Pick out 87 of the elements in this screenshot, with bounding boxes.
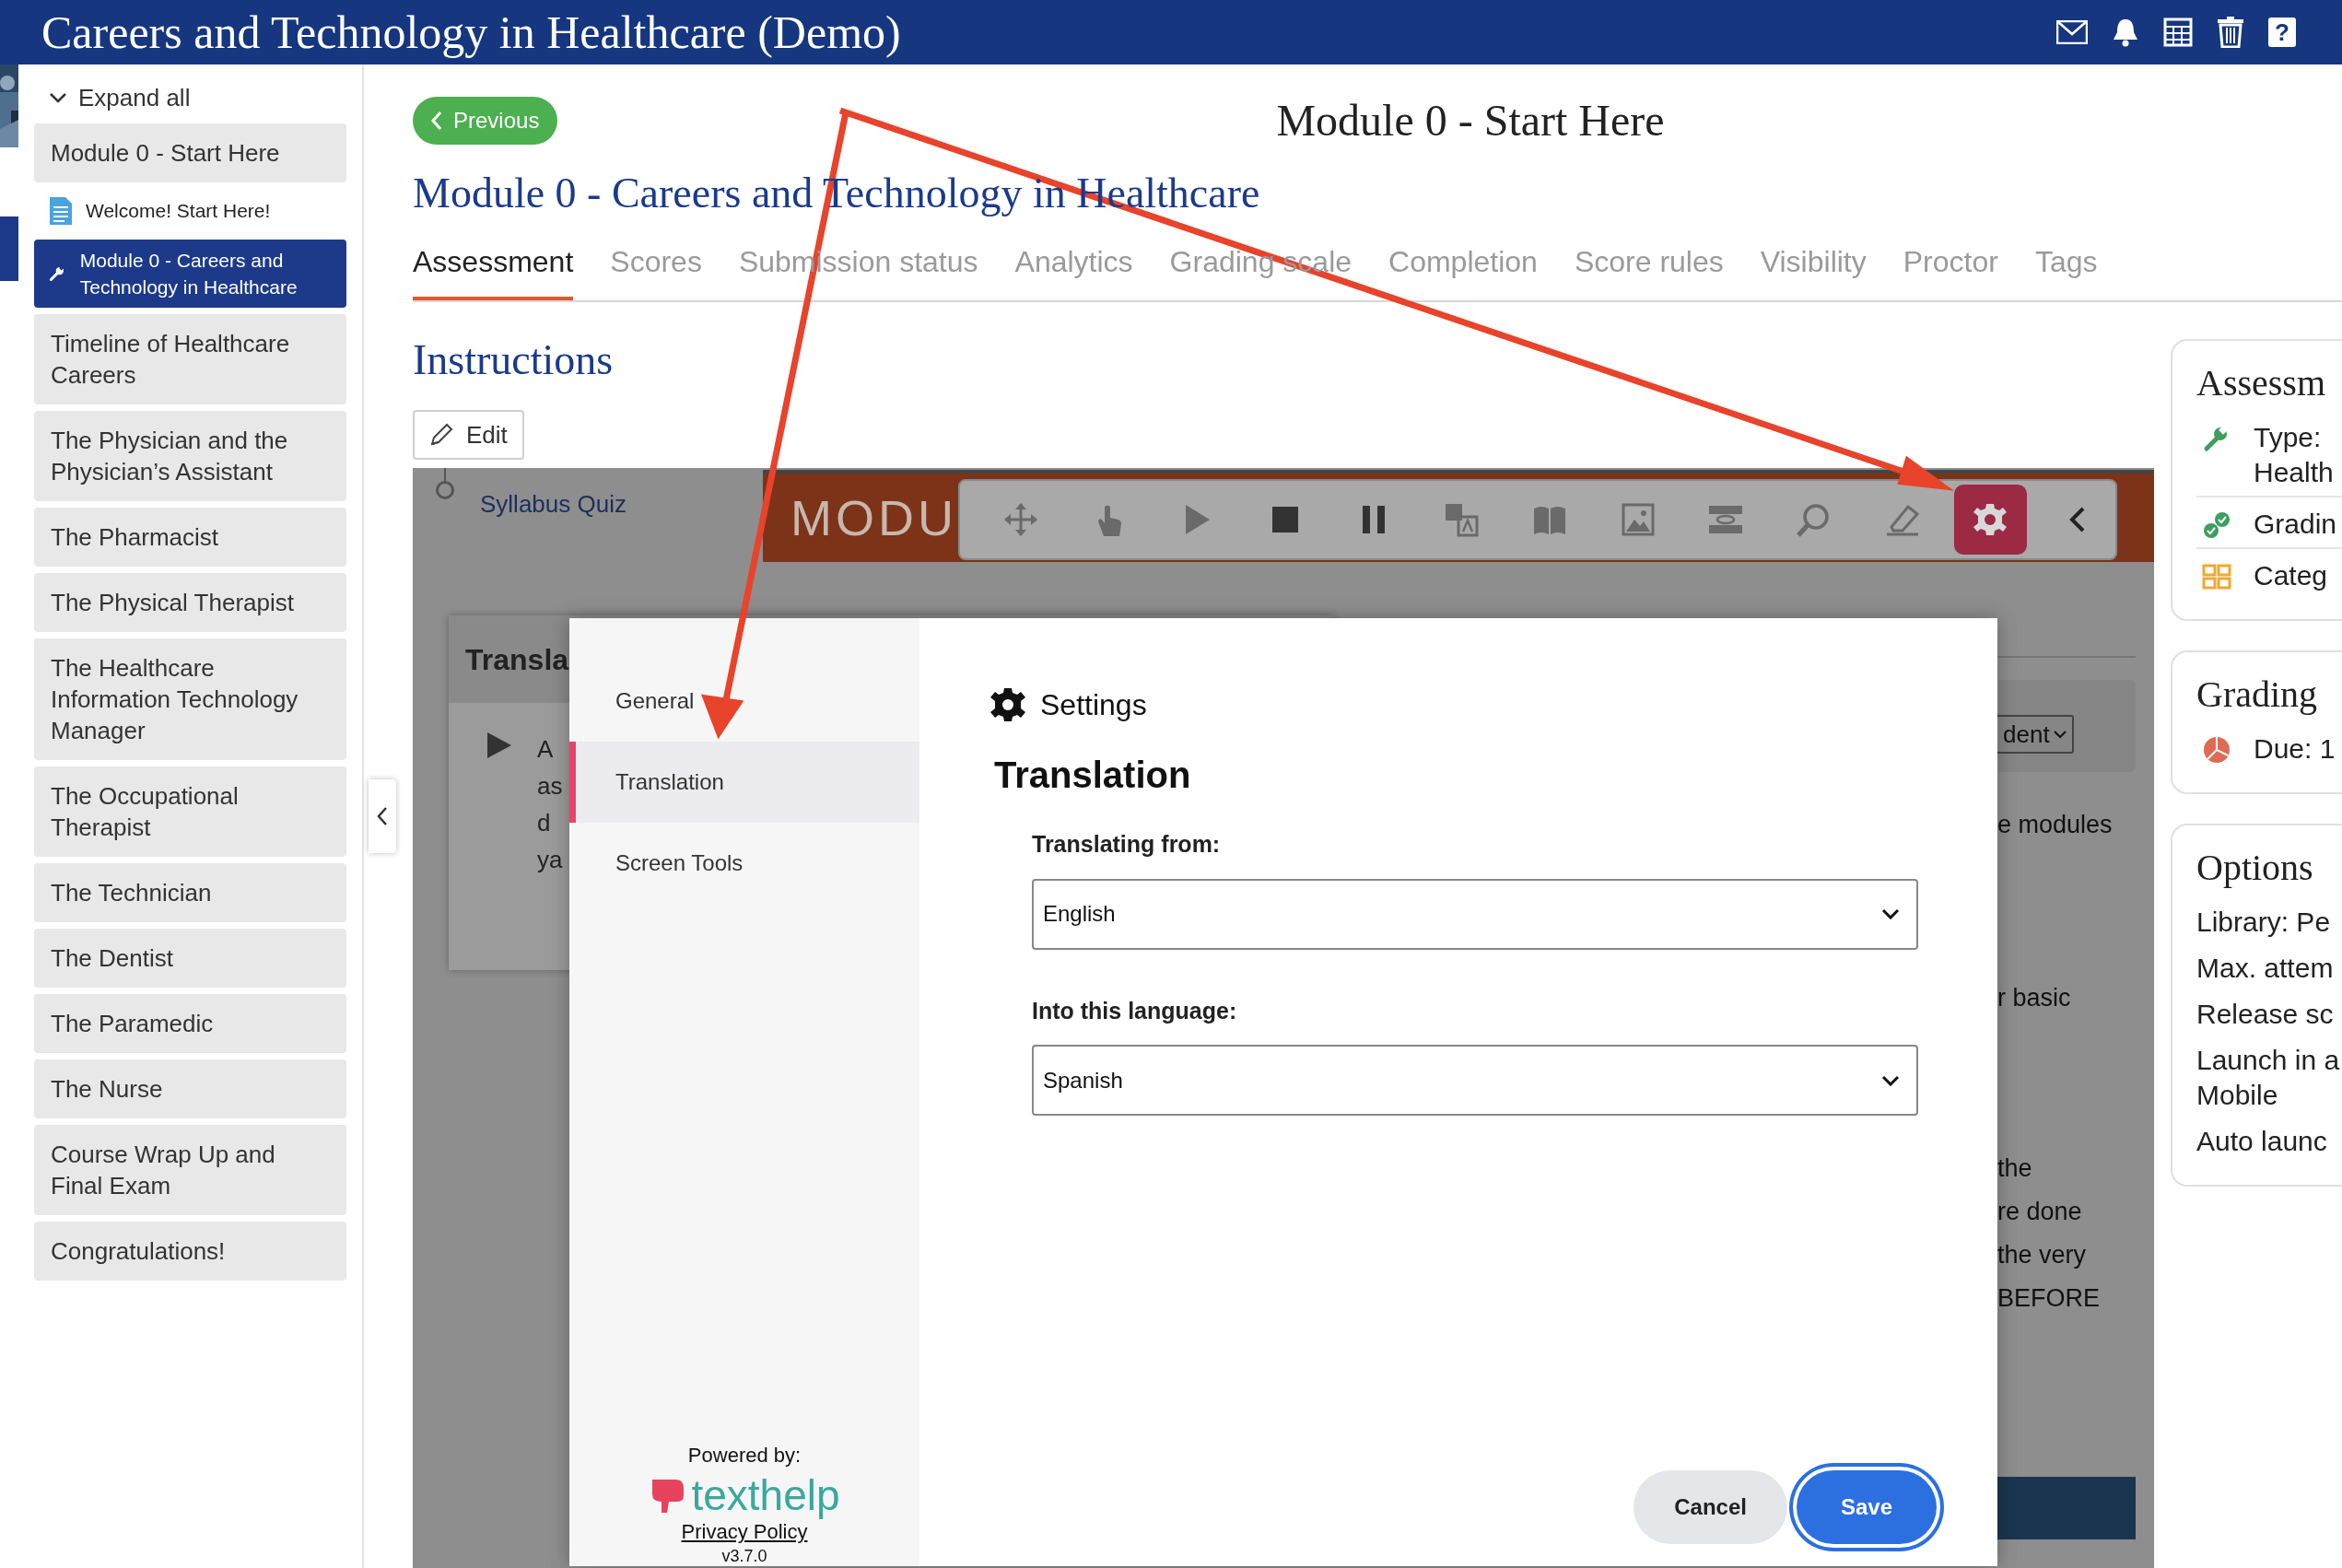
card-text: Max. attem: [2196, 952, 2334, 985]
card-text: Due: 1: [2254, 732, 2336, 766]
bell-icon[interactable]: [2112, 18, 2139, 47]
background-text: BEFORE: [1997, 1283, 2101, 1314]
card-text: Mobile: [2196, 1079, 2279, 1112]
calendar-icon[interactable]: [2163, 18, 2193, 47]
card-title: Grading: [2196, 673, 2319, 717]
card-text: Library: Pe: [2196, 906, 2331, 939]
help-button[interactable]: ?: [2268, 18, 2296, 47]
powered-by-label: Powered by:: [687, 1443, 802, 1469]
check-marks-icon: [2202, 510, 2231, 540]
privacy-policy-link[interactable]: Privacy Policy: [681, 1518, 808, 1546]
card-text: Type:: [2254, 421, 2323, 454]
app-title: Careers and Technology in Healthcare (Demo): [41, 5, 901, 60]
card-title: Assessm: [2196, 361, 2327, 405]
trash-icon[interactable]: [2217, 17, 2244, 48]
background-text: e modules: [1997, 810, 2113, 840]
caret-icon: [2053, 730, 2067, 739]
quiz-link[interactable]: Syllabus Quiz: [480, 486, 626, 522]
translate-icon: [1443, 501, 1481, 538]
pencil-icon: [429, 423, 453, 447]
sidebar-marker: [0, 216, 18, 281]
expand-all-link[interactable]: Expand all: [78, 79, 191, 116]
sidebar-item[interactable]: The Physical Therapist: [34, 573, 346, 632]
dialog-title: Translation: [994, 754, 1192, 797]
tab[interactable]: Assessment: [413, 240, 574, 300]
card-text: ya: [537, 845, 563, 875]
chevron-down-icon: [1881, 1074, 1900, 1086]
dialog-nav-item[interactable]: General: [569, 661, 919, 742]
sidebar-item[interactable]: The Dentist: [34, 929, 346, 988]
sidebar-item[interactable]: The Healthcare Information Technology Manager: [34, 638, 346, 760]
cancel-button[interactable]: Cancel: [1634, 1470, 1787, 1544]
card-text: Gradin: [2254, 508, 2337, 541]
chevron-down-icon[interactable]: [49, 92, 67, 103]
section-title: Instructions: [413, 337, 615, 383]
language-select[interactable]: Spanish: [1032, 1045, 1918, 1116]
chevron-down-icon: [1881, 908, 1900, 919]
document-icon: [49, 196, 73, 226]
field-label: Translating from:: [1032, 830, 1222, 859]
card-text: Auto launc: [2196, 1125, 2327, 1158]
chevron-left-icon: [431, 111, 442, 131]
sidebar-item[interactable]: Module 0 - Start Here: [34, 123, 346, 182]
selected-tool-button[interactable]: [1953, 485, 2028, 555]
card-title: Options: [2196, 846, 2314, 890]
sidebar-item[interactable]: Course Wrap Up and Final Exam: [34, 1125, 346, 1215]
play-icon[interactable]: [486, 731, 513, 760]
sidebar-item[interactable]: The Pharmacist: [34, 508, 346, 567]
background-text: re done: [1997, 1197, 2083, 1227]
pie-chart-icon: [2202, 735, 2231, 765]
sidebar-item[interactable]: Congratulations!: [34, 1222, 346, 1281]
banner-text: MODU: [790, 489, 957, 547]
dialog-nav-item[interactable]: Screen Tools: [569, 823, 919, 904]
version-label: v3.7.0: [721, 1546, 767, 1566]
card-title: Transla: [465, 641, 569, 678]
card-text: Health: [2254, 456, 2334, 489]
page-title: Module 0 - Start Here: [1276, 95, 1665, 146]
card-text: d: [537, 808, 552, 838]
sidebar-item[interactable]: The Paramedic: [34, 994, 346, 1053]
sidebar-item[interactable]: Timeline of Healthcare Careers: [34, 314, 346, 404]
dialog-nav-item[interactable]: Translation: [569, 742, 919, 823]
edit-button[interactable]: Edit: [413, 410, 524, 460]
chevron-left-icon[interactable]: [377, 806, 388, 826]
grid-icon: [2202, 562, 2231, 591]
language-select[interactable]: English: [1032, 878, 1918, 950]
card-text: as: [537, 771, 563, 802]
timeline-line: [444, 468, 446, 481]
background-text: r basic: [1997, 983, 2071, 1013]
dialog-header: Settings: [1040, 687, 1147, 723]
card-text: A: [537, 734, 555, 765]
sidebar-item[interactable]: The Physician and the Physician’s Assistant: [34, 411, 346, 501]
sidebar-item[interactable]: Module 0 - Careers and Technology in Healthcare: [34, 240, 346, 308]
background-text: the very: [1997, 1240, 2088, 1270]
brand-logo: texthelp: [691, 1472, 840, 1518]
background-text: the: [1997, 1153, 2033, 1184]
card-text: Release sc: [2196, 998, 2334, 1031]
collapse-button[interactable]: [369, 779, 396, 853]
field-label: Into this language:: [1032, 996, 1238, 1025]
settings-icon: [990, 687, 1025, 722]
sidebar-item[interactable]: Welcome! Start Here!: [34, 189, 346, 233]
sidebar-item[interactable]: The Nurse: [34, 1059, 346, 1118]
settings-icon: [1972, 501, 2009, 538]
sidebar-item[interactable]: The Occupational Therapist: [34, 766, 346, 857]
mail-icon[interactable]: [2056, 20, 2088, 44]
card-text: Launch in a: [2196, 1044, 2340, 1077]
card-text: Categ: [2254, 559, 2328, 592]
timeline-node: [436, 481, 454, 499]
sidebar-item[interactable]: The Technician: [34, 863, 346, 922]
